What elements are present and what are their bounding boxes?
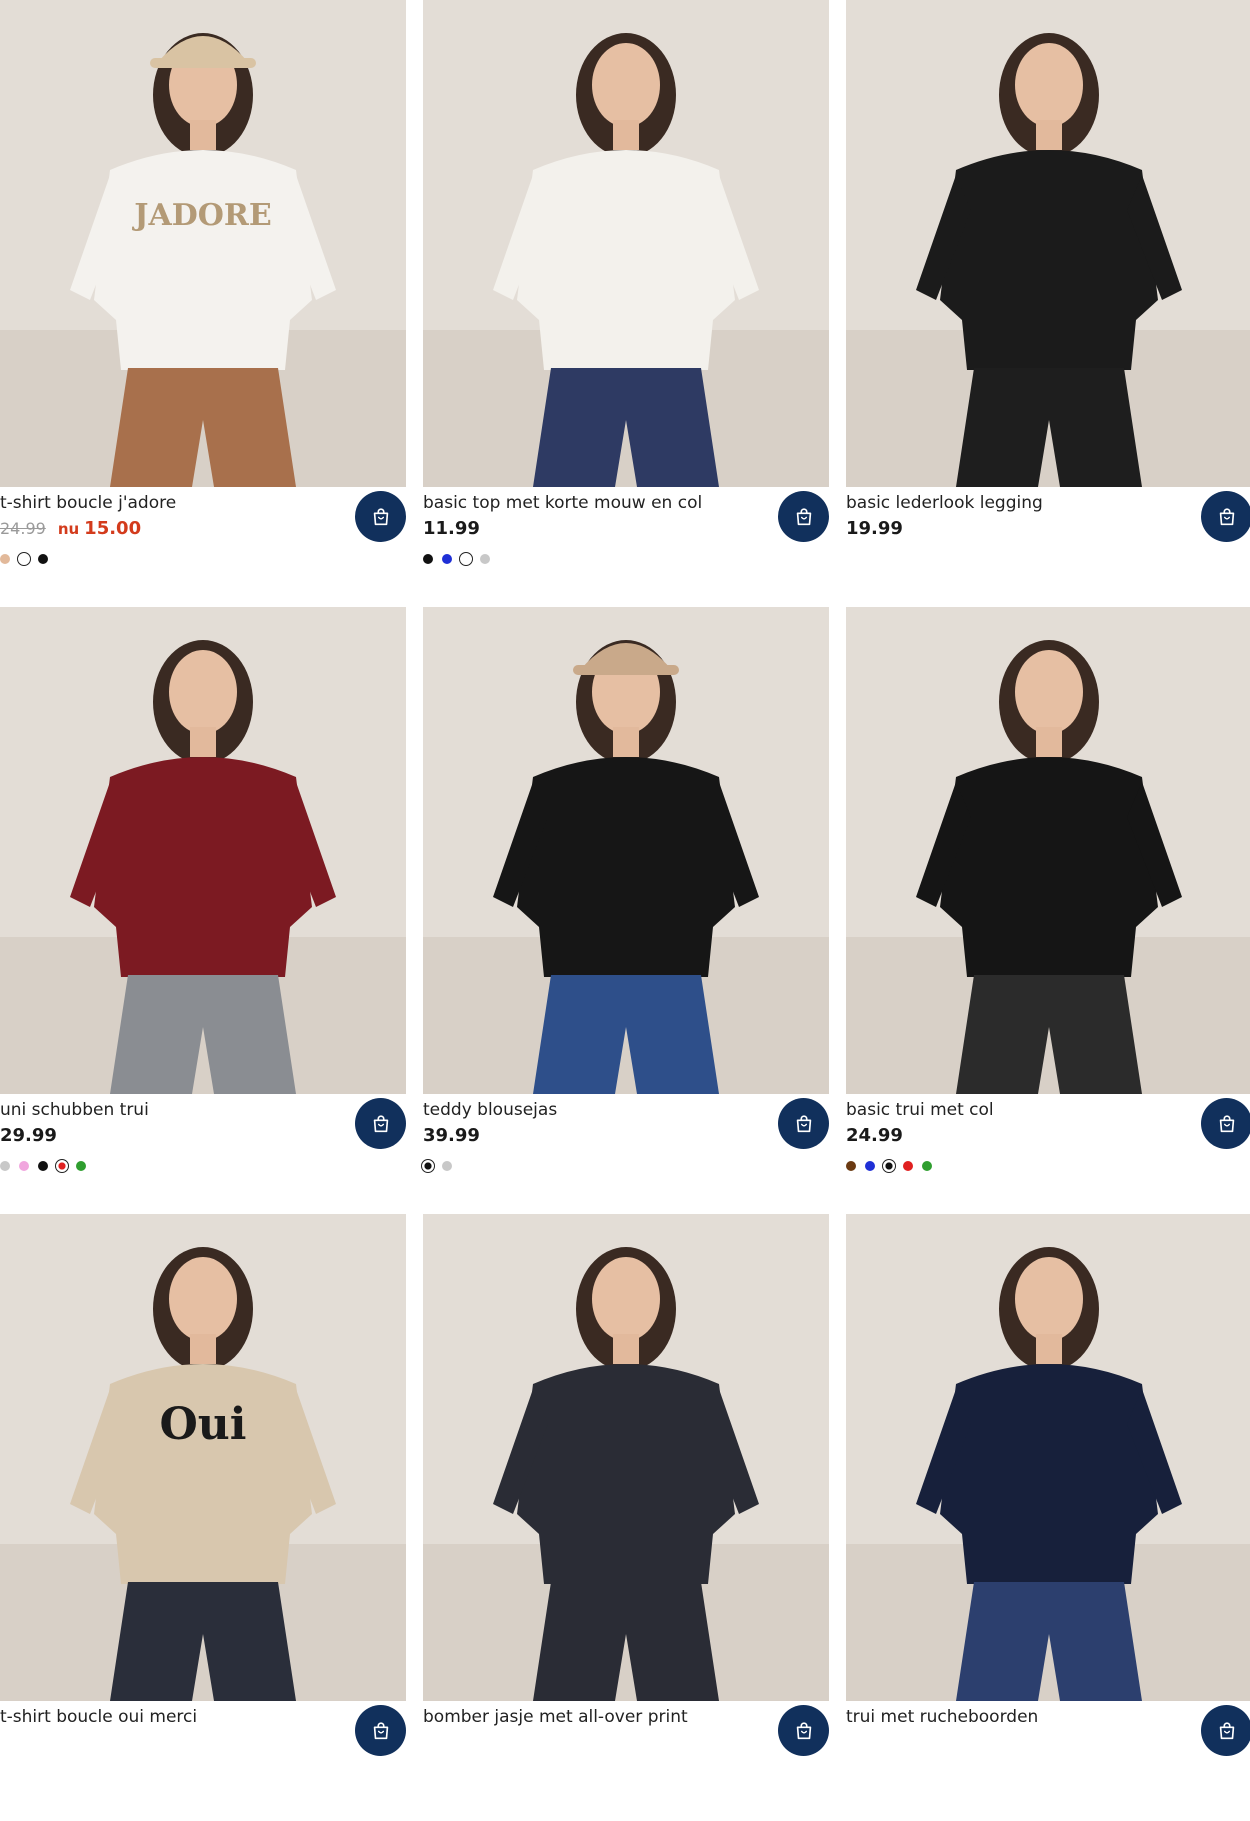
color-swatch[interactable] (865, 1161, 875, 1171)
color-swatch[interactable] (480, 554, 490, 564)
product-name[interactable]: uni schubben trui (0, 1100, 149, 1120)
add-to-cart-button[interactable] (1201, 491, 1250, 542)
svg-text:JADORE: JADORE (131, 198, 271, 233)
shopping-bag-icon (373, 1721, 388, 1739)
product-photo[interactable] (846, 607, 1250, 1094)
shopping-bag-icon (373, 1114, 388, 1132)
product-name[interactable]: teddy blousejas (423, 1100, 557, 1120)
product-card[interactable]: JADORE t-shirt boucle j'adore 24.99 nu 15.00 (0, 0, 406, 607)
product-price: 19.99 (846, 518, 903, 539)
svg-text:Oui: Oui (159, 1399, 246, 1450)
color-swatches (0, 1159, 95, 1173)
color-swatch[interactable] (423, 554, 433, 564)
product-name[interactable]: t-shirt boucle oui merci (0, 1707, 197, 1727)
product-info: basic trui met col 24.99 (846, 1094, 1250, 1214)
add-to-cart-button[interactable] (778, 1098, 829, 1149)
product-photo[interactable] (0, 607, 406, 1094)
product-card[interactable]: trui met rucheboorden (846, 1214, 1250, 1821)
shopping-bag-icon (1219, 507, 1234, 525)
price-row: 24.99 (846, 1125, 903, 1147)
product-name[interactable]: t-shirt boucle j'adore (0, 493, 176, 513)
add-to-cart-button[interactable] (778, 1705, 829, 1756)
color-swatch[interactable] (19, 1161, 29, 1171)
product-photo[interactable] (423, 1214, 829, 1701)
add-to-cart-button[interactable] (778, 491, 829, 542)
color-swatch[interactable] (459, 552, 473, 566)
product-card[interactable]: bomber jasje met all-over print (423, 1214, 829, 1821)
color-swatch[interactable] (55, 1159, 69, 1173)
add-to-cart-button[interactable] (1201, 1098, 1250, 1149)
price-row: 19.99 (846, 518, 903, 540)
color-swatch[interactable] (0, 554, 10, 564)
old-price: 24.99 (0, 519, 46, 538)
product-photo[interactable]: JADORE (0, 0, 406, 487)
color-swatch[interactable] (38, 554, 48, 564)
add-to-cart-button[interactable] (355, 491, 406, 542)
product-card[interactable]: teddy blousejas 39.99 (421, 607, 829, 1214)
color-swatch[interactable] (442, 554, 452, 564)
add-to-cart-button[interactable] (355, 1098, 406, 1149)
color-swatches (423, 552, 499, 566)
product-info: bomber jasje met all-over print (423, 1701, 829, 1821)
color-swatch[interactable] (846, 1161, 856, 1171)
color-swatches (0, 552, 57, 566)
add-to-cart-button[interactable] (1201, 1705, 1250, 1756)
product-card[interactable]: basic trui met col 24.99 (846, 607, 1250, 1214)
price-row: 29.99 (0, 1125, 57, 1147)
sale-price: 15.00 (84, 518, 142, 539)
color-swatch[interactable] (38, 1161, 48, 1171)
product-price: 24.99 (846, 1125, 903, 1146)
product-price: 39.99 (423, 1125, 480, 1146)
product-info: basic top met korte mouw en col 11.99 (423, 487, 829, 607)
color-swatches (421, 1159, 461, 1173)
shopping-bag-icon (796, 507, 811, 525)
color-swatch[interactable] (76, 1161, 86, 1171)
product-name[interactable]: basic lederlook legging (846, 493, 1043, 513)
color-swatches (846, 1159, 941, 1173)
product-photo[interactable] (423, 0, 829, 487)
product-photo[interactable] (846, 0, 1250, 487)
color-swatch[interactable] (0, 1161, 10, 1171)
color-swatch[interactable] (882, 1159, 896, 1173)
product-name[interactable]: bomber jasje met all-over print (423, 1707, 688, 1727)
product-info: teddy blousejas 39.99 (421, 1094, 829, 1214)
product-info: uni schubben trui 29.99 (0, 1094, 406, 1214)
color-swatch[interactable] (442, 1161, 452, 1171)
shopping-bag-icon (796, 1721, 811, 1739)
product-photo[interactable] (423, 607, 829, 1094)
product-name[interactable]: trui met rucheboorden (846, 1707, 1038, 1727)
product-name[interactable]: basic top met korte mouw en col (423, 493, 702, 513)
product-card[interactable]: basic lederlook legging 19.99 (846, 0, 1250, 607)
product-info: t-shirt boucle j'adore 24.99 nu 15.00 (0, 487, 406, 607)
add-to-cart-button[interactable] (355, 1705, 406, 1756)
product-card[interactable]: uni schubben trui 29.99 (0, 607, 406, 1214)
product-info: trui met rucheboorden (846, 1701, 1250, 1821)
product-price: 11.99 (423, 518, 480, 539)
color-swatch[interactable] (421, 1159, 435, 1173)
shopping-bag-icon (1219, 1114, 1234, 1132)
shopping-bag-icon (796, 1114, 811, 1132)
product-photo[interactable] (846, 1214, 1250, 1701)
product-info: t-shirt boucle oui merci (0, 1701, 406, 1821)
product-card[interactable]: basic top met korte mouw en col 11.99 (423, 0, 829, 607)
shopping-bag-icon (373, 507, 388, 525)
price-row: 24.99 nu 15.00 (0, 518, 141, 540)
price-row: 39.99 (423, 1125, 480, 1147)
product-photo[interactable]: Oui (0, 1214, 406, 1701)
product-card[interactable]: Oui t-shirt boucle oui merci (0, 1214, 406, 1821)
product-name[interactable]: basic trui met col (846, 1100, 994, 1120)
sale-prefix: nu (57, 520, 80, 538)
color-swatch[interactable] (922, 1161, 932, 1171)
product-price: 29.99 (0, 1125, 57, 1146)
color-swatch[interactable] (17, 552, 31, 566)
shopping-bag-icon (1219, 1721, 1234, 1739)
product-info: basic lederlook legging 19.99 (846, 487, 1250, 607)
price-row: 11.99 (423, 518, 480, 540)
color-swatch[interactable] (903, 1161, 913, 1171)
